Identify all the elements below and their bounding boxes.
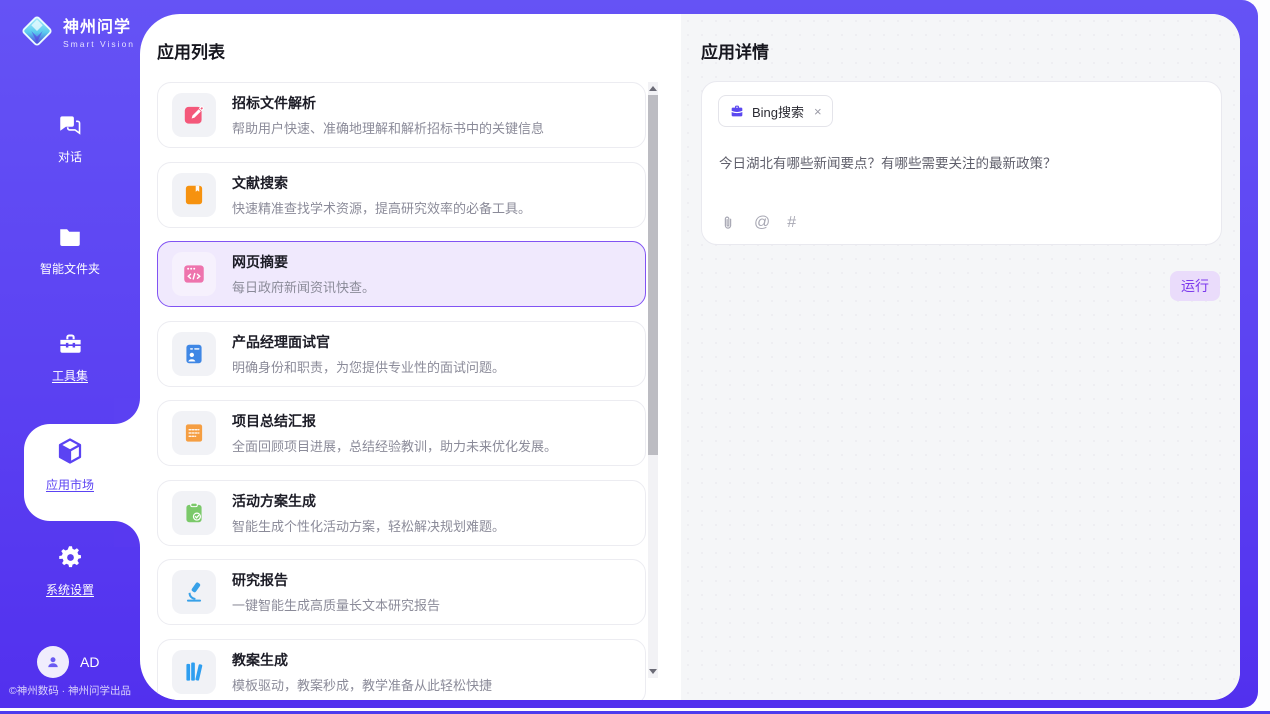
app-desc: 帮助用户快速、准确地理解和解析招标书中的关键信息 [232,118,544,137]
tool-tag-label: Bing搜索 [752,102,804,121]
brand-subtitle: Smart Vision [63,39,135,49]
mention-icon[interactable]: @ [754,214,770,232]
tag-close-icon[interactable]: × [814,104,822,119]
sidebar-item-label: 智能文件夹 [0,260,140,277]
hashtag-icon[interactable]: # [787,214,796,232]
sidebar: 神州问学 Smart Vision 对话 智能文件夹 [0,0,140,708]
browser-code-icon [181,261,207,287]
clipboard-check-icon [181,500,207,526]
sidebar-item-label: 工具集 [0,367,140,384]
app-card-literature-search[interactable]: 文献搜索 快速精准查找学术资源，提高研究效率的必备工具。 [157,162,646,228]
brand-logo: 神州问学 Smart Vision [18,12,135,50]
app-desc: 快速精准查找学术资源，提高研究效率的必备工具。 [232,198,531,217]
tool-tag-bing-search[interactable]: Bing搜索 × [718,95,833,127]
user-account[interactable]: AD [37,646,99,678]
sidebar-item-toolset[interactable]: 工具集 [0,330,140,384]
app-card-project-summary[interactable]: 项目总结汇报 全面回顾项目进展，总结经验教训，助力未来优化发展。 [157,400,646,466]
app-list: 招标文件解析 帮助用户快速、准确地理解和解析招标书中的关键信息 文献搜索 快速精… [157,82,646,700]
sidebar-item-label: 对话 [0,148,140,165]
app-desc: 模板驱动，教案秒成，教学准备从此轻松快捷 [232,675,492,694]
gear-icon [57,544,84,571]
prompt-input-card[interactable]: Bing搜索 × 今日湖北有哪些新闻要点？有哪些需要关注的最新政策？ @ # [701,81,1222,245]
scrollbar-up-arrow-icon[interactable] [649,86,657,91]
sidebar-item-chat[interactable]: 对话 [0,112,140,165]
app-title: 活动方案生成 [232,491,505,511]
app-icon-tile [172,173,216,217]
microscope-icon [181,579,207,605]
book-icon [181,182,207,208]
sidebar-item-smart-folder[interactable]: 智能文件夹 [0,224,140,277]
app-title: 产品经理面试官 [232,332,505,352]
folder-icon [57,224,83,250]
avatar [37,646,69,678]
run-button[interactable]: 运行 [1170,271,1220,301]
app-card-research-report[interactable]: 研究报告 一键智能生成高质量长文本研究报告 [157,559,646,625]
chat-icon [57,112,83,138]
app-title: 网页摘要 [232,252,375,272]
app-desc: 明确身份和职责，为您提供专业性的面试问题。 [232,357,505,376]
app-icon-tile [172,332,216,376]
app-desc: 全面回顾项目进展，总结经验教训，助力未来优化发展。 [232,436,557,455]
briefcase-icon [729,103,745,119]
app-card-lesson-plan[interactable]: 教案生成 模板驱动，教案秒成，教学准备从此轻松快捷 [157,639,646,701]
input-toolbar: @ # [719,214,796,232]
sidebar-item-app-market[interactable]: 应用市场 [0,436,140,493]
app-detail-panel: 应用详情 Bing搜索 × 今日湖北有哪些新闻要点？有哪些需要关注的最新政策？ [681,14,1240,700]
app-desc: 每日政府新闻资讯快查。 [232,277,375,296]
sidebar-item-label: 应用市场 [0,476,140,493]
sidebar-item-settings[interactable]: 系统设置 [0,544,140,598]
cube-icon [55,436,85,466]
app-title: 教案生成 [232,650,492,670]
app-icon-tile [172,93,216,137]
app-desc: 智能生成个性化活动方案，轻松解决规划难题。 [232,516,505,535]
person-icon [44,653,62,671]
app-list-title: 应用列表 [157,38,225,63]
scrollbar-thumb[interactable] [648,95,658,455]
paperclip-icon[interactable] [719,214,737,232]
document-edit-icon [181,102,207,128]
list-scrollbar[interactable] [648,82,658,678]
brand-name: 神州问学 [63,13,135,37]
app-desc: 一键智能生成高质量长文本研究报告 [232,595,440,614]
app-icon-tile [172,650,216,694]
app-title: 文献搜索 [232,173,531,193]
app-title: 研究报告 [232,570,440,590]
app-card-bid-parse[interactable]: 招标文件解析 帮助用户快速、准确地理解和解析招标书中的关键信息 [157,82,646,148]
sidebar-footer-text: ©神州数码 · 神州问学出品 [0,683,140,698]
app-card-event-plan[interactable]: 活动方案生成 智能生成个性化活动方案，轻松解决规划难题。 [157,480,646,546]
interviewer-icon [181,341,207,367]
app-icon-tile [172,570,216,614]
prompt-text[interactable]: 今日湖北有哪些新闻要点？有哪些需要关注的最新政策？ [719,152,1205,172]
app-icon-tile [172,252,216,296]
app-icon-tile [172,491,216,535]
sidebar-item-label: 系统设置 [0,581,140,598]
app-window: 神州问学 Smart Vision 对话 智能文件夹 [0,0,1270,714]
app-title: 招标文件解析 [232,93,544,113]
report-note-icon [181,420,207,446]
bubble-top-curve [114,398,140,424]
app-title: 项目总结汇报 [232,411,557,431]
brand-diamond-icon [18,12,56,50]
app-card-pm-interviewer[interactable]: 产品经理面试官 明确身份和职责，为您提供专业性的面试问题。 [157,321,646,387]
user-initials: AD [80,654,99,670]
main-content: 应用列表 招标文件解析 帮助用户快速、准确地理解和解析招标书中的关键信息 [140,14,1240,700]
app-detail-title: 应用详情 [701,38,769,63]
toolbox-icon [57,330,84,357]
app-icon-tile [172,411,216,455]
books-icon [181,659,207,685]
scrollbar-down-arrow-icon[interactable] [649,669,657,674]
app-card-web-summary[interactable]: 网页摘要 每日政府新闻资讯快查。 [157,241,646,307]
